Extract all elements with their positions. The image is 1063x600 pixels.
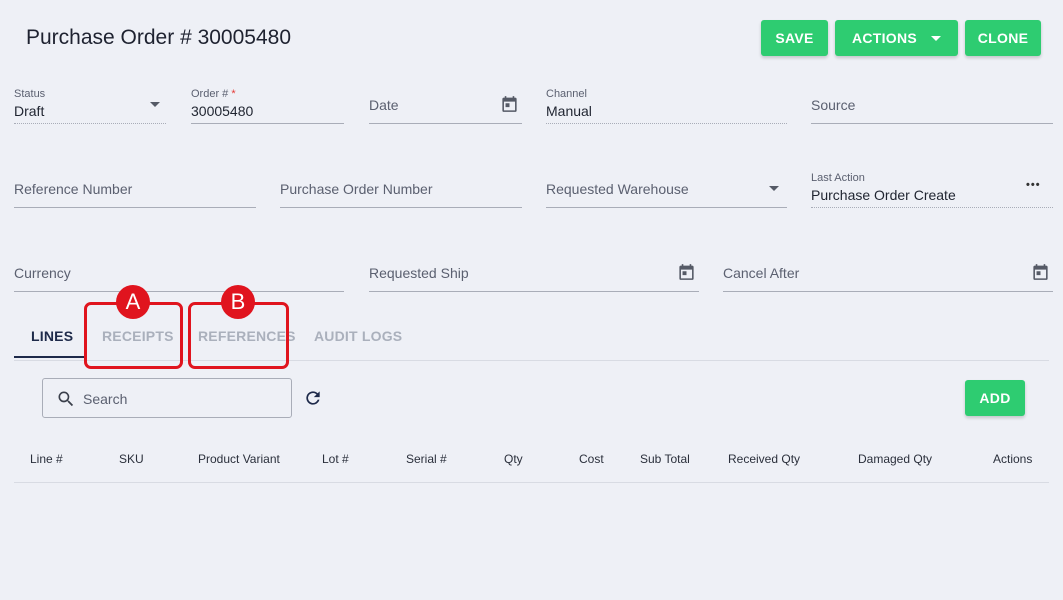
column-header-cost[interactable]: Cost bbox=[579, 452, 604, 466]
more-options-icon[interactable]: ••• bbox=[1026, 179, 1041, 191]
required-mark: * bbox=[231, 88, 236, 100]
field-underline bbox=[14, 291, 344, 292]
actions-button-label: ACTIONS bbox=[851, 30, 918, 46]
purchase-order-number-field[interactable]: Purchase Order Number bbox=[280, 172, 522, 208]
channel-label: Channel bbox=[546, 88, 587, 100]
field-underline bbox=[191, 123, 344, 124]
field-underline bbox=[546, 207, 787, 208]
chevron-down-icon bbox=[931, 35, 942, 41]
channel-field: Channel Manual bbox=[546, 88, 787, 124]
cancel-after-placeholder: Cancel After bbox=[723, 265, 800, 281]
field-underline bbox=[14, 123, 166, 124]
field-underline bbox=[723, 291, 1053, 292]
field-underline bbox=[811, 123, 1053, 124]
clone-button[interactable]: CLONE bbox=[965, 20, 1041, 56]
currency-placeholder: Currency bbox=[14, 265, 71, 281]
tab-audit-logs[interactable]: AUDIT LOGS bbox=[314, 328, 402, 344]
requested-ship-field[interactable]: Requested Ship bbox=[369, 256, 699, 292]
date-field[interactable]: Date bbox=[369, 88, 522, 124]
column-header-line-number[interactable]: Line # bbox=[30, 452, 63, 466]
page-title: Purchase Order # 30005480 bbox=[26, 26, 292, 49]
actions-button[interactable]: ACTIONS bbox=[835, 20, 958, 56]
order-number-label: Order # * bbox=[191, 88, 236, 100]
search-box bbox=[42, 378, 292, 418]
save-button[interactable]: SAVE bbox=[761, 20, 828, 56]
field-underline bbox=[369, 123, 522, 124]
column-header-product-variant[interactable]: Product Variant bbox=[198, 452, 280, 466]
field-underline bbox=[369, 291, 699, 292]
last-action-field: Last Action Purchase Order Create ••• bbox=[811, 172, 1053, 208]
column-header-actions[interactable]: Actions bbox=[993, 452, 1032, 466]
refresh-icon[interactable] bbox=[303, 388, 323, 408]
calendar-icon[interactable] bbox=[500, 94, 519, 114]
dropdown-arrow-icon bbox=[150, 102, 160, 107]
callout-badge-b: B bbox=[221, 285, 255, 319]
reference-number-placeholder: Reference Number bbox=[14, 181, 133, 197]
tab-lines[interactable]: LINES bbox=[31, 328, 73, 344]
date-placeholder: Date bbox=[369, 97, 399, 113]
column-header-serial-number[interactable]: Serial # bbox=[406, 452, 447, 466]
field-underline bbox=[811, 207, 1053, 208]
requested-ship-placeholder: Requested Ship bbox=[369, 265, 469, 281]
status-value: Draft bbox=[14, 103, 45, 119]
column-header-qty[interactable]: Qty bbox=[504, 452, 523, 466]
currency-field[interactable]: Currency bbox=[14, 256, 344, 292]
status-select[interactable]: Status Draft bbox=[14, 88, 166, 124]
field-underline bbox=[14, 207, 256, 208]
status-label: Status bbox=[14, 88, 46, 100]
column-header-lot-number[interactable]: Lot # bbox=[322, 452, 349, 466]
active-tab-indicator bbox=[14, 356, 84, 358]
column-header-damaged-qty[interactable]: Damaged Qty bbox=[858, 452, 932, 466]
search-icon bbox=[58, 391, 74, 407]
field-underline bbox=[546, 123, 787, 124]
dropdown-arrow-icon bbox=[769, 186, 779, 191]
callout-badge-a: A bbox=[116, 285, 150, 319]
last-action-label: Last Action bbox=[811, 172, 865, 184]
channel-value: Manual bbox=[546, 103, 592, 119]
search-input[interactable] bbox=[83, 388, 283, 410]
last-action-value: Purchase Order Create bbox=[811, 187, 956, 203]
add-button[interactable]: ADD bbox=[965, 380, 1025, 416]
calendar-icon[interactable] bbox=[1031, 262, 1050, 282]
source-field[interactable]: Source bbox=[811, 88, 1053, 124]
field-underline bbox=[280, 207, 522, 208]
column-header-sku[interactable]: SKU bbox=[119, 452, 144, 466]
reference-number-field[interactable]: Reference Number bbox=[14, 172, 256, 208]
source-placeholder: Source bbox=[811, 97, 856, 113]
order-number-field[interactable]: Order # * 30005480 bbox=[191, 88, 344, 124]
requested-warehouse-placeholder: Requested Warehouse bbox=[546, 181, 689, 197]
requested-warehouse-select[interactable]: Requested Warehouse bbox=[546, 172, 787, 208]
column-header-received-qty[interactable]: Received Qty bbox=[728, 452, 800, 466]
order-number-value: 30005480 bbox=[191, 103, 254, 119]
calendar-icon[interactable] bbox=[677, 262, 696, 282]
purchase-order-number-placeholder: Purchase Order Number bbox=[280, 181, 433, 197]
table-header-divider bbox=[14, 482, 1049, 483]
cancel-after-field[interactable]: Cancel After bbox=[723, 256, 1053, 292]
column-header-sub-total[interactable]: Sub Total bbox=[640, 452, 690, 466]
